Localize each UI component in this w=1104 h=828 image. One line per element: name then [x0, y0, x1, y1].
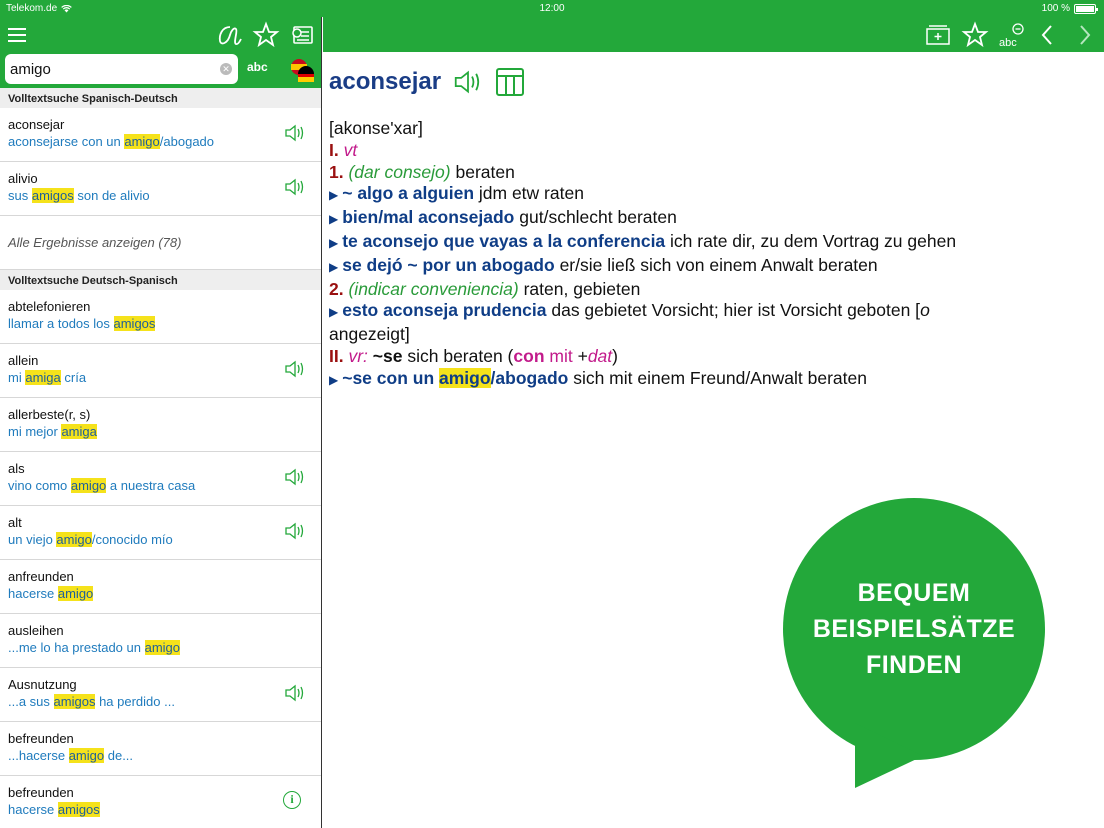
speaker-icon[interactable]: [283, 682, 307, 704]
result-example: ...me lo ha prestado un amigo: [8, 640, 181, 655]
battery: 100 %: [1041, 3, 1098, 14]
result-row[interactable]: befreunden hacerse amigos i: [0, 776, 321, 828]
info-icon[interactable]: i: [283, 791, 301, 809]
speaker-icon[interactable]: [451, 67, 485, 97]
history-icon[interactable]: [288, 21, 316, 49]
sense-line: 2. (indicar conveniencia) raten, gebiete…: [329, 278, 641, 299]
result-headword: alt: [8, 515, 22, 530]
result-example: un viejo amigo/conocido mío: [8, 532, 173, 547]
result-headword: aconsejar: [8, 117, 65, 132]
search-row: ✕ abc: [0, 52, 321, 88]
result-row[interactable]: aconsejar aconsejarse con un amigo/aboga…: [0, 108, 321, 162]
show-all-results-link[interactable]: Alle Ergebnisse anzeigen (78): [0, 216, 321, 270]
result-example: ...hacerse amigo de...: [8, 748, 134, 763]
example-line: ▶ ~se con un amigo/abogado sich mit einem…: [329, 367, 867, 388]
grammar-line: II. vr: ~se sich beraten (con mit +dat): [329, 345, 618, 366]
example-line: ▶ te aconsejo que vayas a la conferencia …: [329, 230, 957, 251]
result-example: llamar a todos los amigos: [8, 316, 156, 331]
bullet-triangle-icon: ▶: [329, 305, 339, 320]
result-row[interactable]: Ausnutzung ...a sus amigos ha perdido ..…: [0, 668, 321, 722]
grammar-line: I. vt: [329, 139, 358, 160]
language-flag-icon[interactable]: [289, 57, 315, 83]
result-headword: allein: [8, 353, 39, 368]
result-row[interactable]: als vino como amigo a nuestra casa: [0, 452, 321, 506]
full-text-search-toggle[interactable]: abc: [247, 60, 268, 74]
bullet-triangle-icon: ▶: [329, 188, 339, 203]
add-to-folder-icon[interactable]: [925, 21, 951, 49]
example-line: ▶ ~ algo a alguien jdm etw raten: [329, 183, 584, 204]
result-row[interactable]: allein mi amiga cría: [0, 344, 321, 398]
result-row[interactable]: anfreunden hacerse amigo: [0, 560, 321, 614]
left-toolbar: [0, 17, 321, 52]
promo-text: BEQUEM BEISPIELSÄTZE FINDEN: [783, 575, 1045, 683]
handwriting-icon[interactable]: [216, 21, 244, 49]
bullet-triangle-icon: ▶: [329, 235, 339, 250]
section-header: Volltextsuche Deutsch-Spanisch: [0, 270, 321, 290]
abc-label: abc: [247, 60, 268, 74]
speaker-icon[interactable]: [283, 122, 307, 144]
result-row[interactable]: befreunden ...hacerse amigo de...: [0, 722, 321, 776]
result-headword: als: [8, 461, 25, 476]
example-line-continuation: angezeigt]: [329, 324, 410, 345]
result-headword: alivio: [8, 171, 38, 186]
result-row[interactable]: allerbeste(r, s) mi mejor amiga: [0, 398, 321, 452]
result-row[interactable]: alivio sus amigos son de alivio: [0, 162, 321, 216]
entry-header: aconsejar: [329, 62, 1104, 102]
battery-percentage: 100 %: [1041, 3, 1070, 14]
forward-arrow-icon[interactable]: [1075, 21, 1095, 49]
result-headword: anfreunden: [8, 569, 74, 584]
result-example: hacerse amigo: [8, 586, 94, 601]
dictionary-entry: aconsejar [akonse'xar] I. vt 1. (dar con…: [323, 52, 1104, 392]
result-headword: befreunden: [8, 785, 74, 800]
clear-search-icon[interactable]: ✕: [220, 63, 232, 75]
star-icon[interactable]: [252, 21, 280, 49]
bullet-triangle-icon: ▶: [329, 212, 339, 227]
bullet-triangle-icon: ▶: [329, 372, 339, 387]
results-pane: ✕ abc Volltextsuche Spanisch-Deutsch aco…: [0, 17, 322, 828]
entry-definition: [akonse'xar] I. vt 1. (dar consejo) bera…: [329, 118, 1104, 392]
search-input[interactable]: [5, 54, 238, 84]
speaker-icon[interactable]: [283, 176, 307, 198]
clock: 12:00: [539, 3, 565, 14]
result-row[interactable]: alt un viejo amigo/conocido mío: [0, 506, 321, 560]
pronunciation: [akonse'xar]: [329, 118, 423, 138]
speaker-icon[interactable]: [283, 466, 307, 488]
back-arrow-icon[interactable]: [1037, 21, 1057, 49]
results-list: Volltextsuche Spanisch-Deutsch aconsejar…: [0, 88, 321, 828]
example-line: ▶ se dejó ~ por un abogado er/sie ließ si…: [329, 254, 878, 275]
menu-icon[interactable]: [6, 21, 34, 49]
promo-line: BEQUEM: [857, 579, 971, 607]
favorite-star-icon[interactable]: [961, 21, 989, 49]
right-toolbar: abc: [323, 17, 1104, 52]
battery-icon: [1074, 3, 1098, 14]
example-line: ▶ bien/mal aconsejado gut/schlecht berate…: [329, 207, 677, 228]
entry-headword: aconsejar: [329, 68, 442, 95]
sense-line: 1. (dar consejo) beraten: [329, 161, 515, 182]
conjugation-table-icon[interactable]: [495, 67, 525, 97]
bullet-triangle-icon: ▶: [329, 259, 339, 274]
text-size-icon[interactable]: abc: [998, 21, 1026, 49]
result-headword: ausleihen: [8, 623, 64, 638]
section-header: Volltextsuche Spanisch-Deutsch: [0, 88, 321, 108]
promo-line: FINDEN: [865, 651, 963, 679]
result-headword: Ausnutzung: [8, 677, 77, 692]
status-bar: Telekom.de 12:00 100 %: [0, 0, 1104, 17]
result-row[interactable]: abtelefonieren llamar a todos los amigos: [0, 290, 321, 344]
result-headword: befreunden: [8, 731, 74, 746]
svg-text:abc: abc: [999, 37, 1017, 49]
result-example: vino como amigo a nuestra casa: [8, 478, 196, 493]
speaker-icon[interactable]: [283, 520, 307, 542]
result-headword: allerbeste(r, s): [8, 407, 91, 422]
promo-line: BEISPIELSÄTZE: [812, 615, 1016, 643]
example-line: ▶ esto aconseja prudencia das gebietet Vo…: [329, 300, 930, 321]
result-example: mi amiga cría: [8, 370, 87, 385]
result-example: ...a sus amigos ha perdido ...: [8, 694, 175, 709]
result-row[interactable]: ausleihen ...me lo ha prestado un amigo: [0, 614, 321, 668]
result-headword: abtelefonieren: [8, 299, 91, 314]
result-example: sus amigos son de alivio: [8, 188, 150, 203]
result-example: mi mejor amiga: [8, 424, 97, 439]
result-example: aconsejarse con un amigo/abogado: [8, 134, 215, 149]
speaker-icon[interactable]: [283, 358, 307, 380]
result-example: hacerse amigos: [8, 802, 100, 817]
